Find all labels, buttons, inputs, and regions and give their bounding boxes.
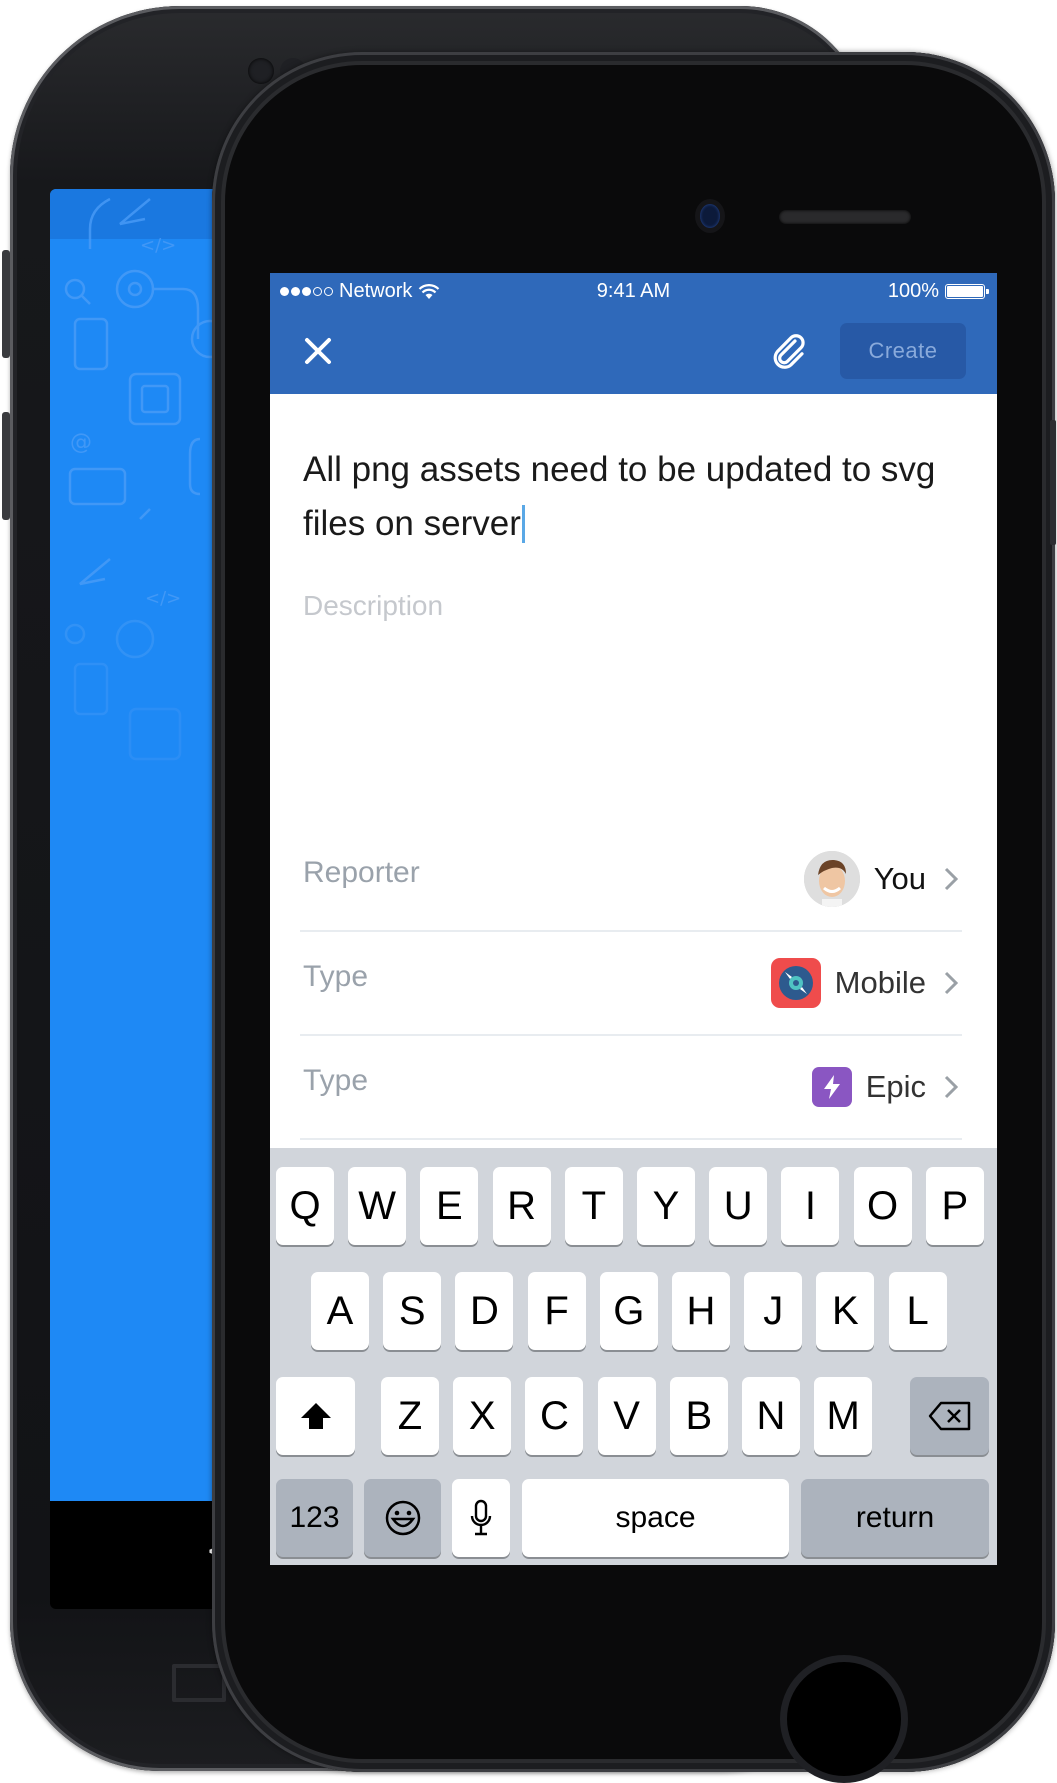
back-phone-wallpaper: </> @ </> bbox=[50, 189, 230, 1501]
key-t[interactable]: T bbox=[564, 1167, 623, 1245]
chevron-right-icon bbox=[940, 1072, 962, 1102]
svg-text:@: @ bbox=[70, 430, 92, 455]
key-d[interactable]: D bbox=[455, 1272, 514, 1350]
field-row-reporter[interactable]: Reporter You bbox=[300, 828, 962, 932]
key-e[interactable]: E bbox=[420, 1167, 479, 1245]
key-u[interactable]: U bbox=[709, 1167, 768, 1245]
field-value: Epic bbox=[865, 1069, 926, 1104]
key-j[interactable]: J bbox=[744, 1272, 803, 1350]
key-l[interactable]: L bbox=[888, 1272, 947, 1350]
field-label: Type bbox=[303, 1064, 369, 1097]
nav-bar: Create bbox=[270, 309, 997, 394]
back-phone-screen: </> @ </> < bbox=[50, 189, 230, 1609]
key-k[interactable]: K bbox=[816, 1272, 875, 1350]
create-button[interactable]: Create bbox=[840, 323, 966, 379]
issue-title-text: All png assets need to be updated to svg… bbox=[303, 450, 936, 543]
create-issue-screen: Network 9:41 AM 100% Create All png asse… bbox=[270, 273, 997, 1565]
close-button[interactable] bbox=[296, 329, 340, 373]
return-key[interactable]: return bbox=[801, 1479, 989, 1557]
field-value: Mobile bbox=[834, 965, 926, 1000]
paperclip-icon bbox=[773, 334, 805, 369]
front-camera bbox=[700, 204, 720, 228]
key-o[interactable]: O bbox=[853, 1167, 912, 1245]
svg-text:</>: </> bbox=[145, 588, 181, 609]
description-input[interactable]: Description bbox=[303, 590, 443, 622]
key-h[interactable]: H bbox=[672, 1272, 730, 1350]
battery-percent: 100% bbox=[887, 280, 939, 302]
key-m[interactable]: M bbox=[814, 1377, 873, 1455]
emoji-key[interactable] bbox=[364, 1479, 441, 1557]
backspace-icon bbox=[928, 1401, 970, 1431]
microphone-icon bbox=[470, 1499, 492, 1536]
field-row-type-epic[interactable]: Type Epic bbox=[300, 1036, 962, 1140]
back-phone-camera bbox=[248, 58, 274, 84]
space-key[interactable]: space bbox=[522, 1479, 789, 1557]
attach-button[interactable] bbox=[766, 327, 814, 375]
dictation-key[interactable] bbox=[452, 1479, 510, 1557]
issue-fields: Reporter You Type Mobile Type Epic bbox=[300, 828, 962, 1140]
issue-title-input[interactable]: All png assets need to be updated to svg… bbox=[303, 443, 963, 551]
emoji-icon bbox=[385, 1500, 420, 1536]
key-c[interactable]: C bbox=[525, 1377, 584, 1455]
key-b[interactable]: B bbox=[669, 1377, 728, 1455]
back-phone-volume-up bbox=[2, 250, 10, 358]
key-f[interactable]: F bbox=[527, 1272, 586, 1350]
battery-icon bbox=[945, 284, 989, 299]
field-label: Type bbox=[303, 960, 369, 993]
key-q[interactable]: Q bbox=[276, 1167, 334, 1245]
key-w[interactable]: W bbox=[348, 1167, 407, 1245]
key-z[interactable]: Z bbox=[381, 1377, 439, 1455]
key-p[interactable]: P bbox=[925, 1167, 984, 1245]
chevron-right-icon bbox=[940, 968, 962, 998]
mobile-type-icon bbox=[770, 958, 821, 1008]
home-button[interactable] bbox=[780, 1655, 908, 1783]
keyboard: 123 space return QWERTYUIOP ASDFGHJKL ZXCV… bbox=[270, 1148, 997, 1565]
doodle-pattern: </> @ </> bbox=[64, 197, 230, 761]
shift-key[interactable] bbox=[276, 1377, 355, 1455]
shift-arrow-icon bbox=[300, 1403, 331, 1429]
text-cursor bbox=[521, 505, 525, 543]
user-avatar bbox=[803, 851, 860, 907]
svg-text:</>: </> bbox=[140, 235, 176, 256]
key-s[interactable]: S bbox=[383, 1272, 442, 1350]
epic-lightning-icon bbox=[811, 1067, 852, 1107]
key-i[interactable]: I bbox=[781, 1167, 840, 1245]
numbers-key[interactable]: 123 bbox=[276, 1479, 353, 1557]
field-value: You bbox=[873, 861, 926, 896]
delete-key[interactable] bbox=[910, 1377, 989, 1455]
field-label: Reporter bbox=[303, 856, 420, 889]
key-y[interactable]: Y bbox=[637, 1167, 695, 1245]
key-n[interactable]: N bbox=[742, 1377, 800, 1455]
power-button bbox=[1050, 420, 1056, 545]
field-row-type-mobile[interactable]: Type Mobile bbox=[300, 932, 962, 1036]
android-recents-icon[interactable] bbox=[172, 1664, 226, 1702]
key-x[interactable]: X bbox=[453, 1377, 512, 1455]
earpiece-speaker bbox=[779, 210, 911, 224]
key-v[interactable]: V bbox=[597, 1377, 656, 1455]
close-icon bbox=[305, 338, 331, 364]
status-bar: Network 9:41 AM 100% bbox=[270, 273, 997, 309]
key-r[interactable]: R bbox=[492, 1167, 551, 1245]
key-a[interactable]: A bbox=[311, 1272, 369, 1350]
back-phone-volume-down bbox=[2, 412, 10, 520]
key-g[interactable]: G bbox=[599, 1272, 658, 1350]
chevron-right-icon bbox=[940, 864, 962, 894]
